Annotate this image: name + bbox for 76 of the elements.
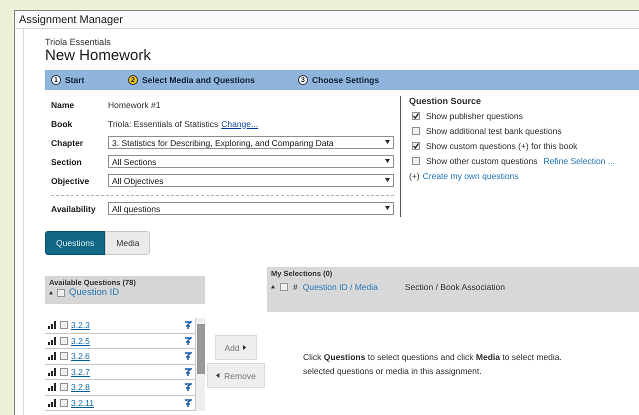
select-field[interactable]: All Sections: [108, 155, 394, 168]
step-label[interactable]: Start: [65, 75, 84, 85]
field-value: Homework #1: [108, 100, 160, 110]
tab[interactable]: Questions: [45, 231, 106, 255]
select-field[interactable]: All Objectives: [108, 174, 394, 187]
checkbox[interactable]: [60, 336, 68, 345]
scrollbar[interactable]: [195, 318, 205, 411]
page-title: New Homework: [45, 47, 152, 64]
refine-link[interactable]: Refine Selection ...: [544, 156, 615, 166]
create-link[interactable]: Create my own questions: [422, 171, 519, 181]
checkbox[interactable]: [412, 112, 420, 120]
option-label: Show publisher questions: [426, 111, 523, 121]
figure-icon: [184, 382, 192, 392]
checkbox[interactable]: [57, 288, 65, 296]
right-arrow-icon: [242, 345, 248, 350]
select-field[interactable]: All questions: [108, 202, 394, 215]
instruction-text: selected questions or media in this assignment.: [303, 365, 483, 378]
checkbox[interactable]: [412, 127, 420, 135]
column-header[interactable]: Question ID: [69, 287, 120, 298]
signal-bars-icon: [48, 321, 57, 330]
step-label[interactable]: Choose Settings: [312, 75, 380, 85]
checkbox[interactable]: [60, 383, 68, 392]
figure-icon: [184, 320, 192, 330]
figure-icon: [184, 398, 192, 408]
figure-icon: [184, 336, 192, 346]
field-value: Triola: Essentials of Statistics: [108, 118, 218, 128]
checkbox[interactable]: [280, 283, 288, 291]
question-link[interactable]: 3.2.11: [71, 398, 181, 408]
signal-bars-icon: [48, 336, 57, 345]
window-title: Assignment Manager: [15, 11, 639, 29]
field-label: Chapter: [51, 138, 84, 148]
checkbox[interactable]: [60, 352, 68, 360]
remove-button[interactable]: Remove: [207, 363, 265, 388]
signal-bars-icon: [48, 398, 57, 407]
field-label: Section: [51, 156, 83, 166]
option-label: Show additional test bank questions: [426, 126, 562, 136]
left-arrow-icon: [216, 373, 222, 378]
dropdown-caret-icon: [385, 178, 390, 183]
column-header: #: [293, 282, 298, 292]
signal-bars-icon: [48, 383, 57, 392]
checkbox[interactable]: [60, 398, 68, 407]
checkbox[interactable]: [412, 142, 420, 150]
sort-icon[interactable]: [49, 290, 53, 294]
figure-icon: [184, 366, 192, 377]
add-button[interactable]: Add: [215, 335, 257, 360]
checkbox[interactable]: [60, 321, 68, 330]
checkbox[interactable]: [412, 157, 420, 165]
course-name: Triola Essentials: [45, 37, 112, 47]
question-link[interactable]: 3.2.7: [71, 366, 181, 377]
question-link[interactable]: 3.2.5: [71, 336, 181, 346]
field-label: Book: [51, 118, 74, 128]
question-link[interactable]: 3.2.3: [71, 320, 181, 330]
step-label[interactable]: Select Media and Questions: [142, 75, 255, 85]
field-label: Objective: [51, 176, 90, 186]
sort-icon[interactable]: [271, 285, 275, 289]
field-label: Availability: [51, 204, 97, 214]
column-header: Section / Book Association: [404, 282, 506, 292]
select-field[interactable]: 3. Statistics for Describing, Exploring, and Comparing Data: [108, 136, 394, 149]
dropdown-caret-icon: [385, 159, 390, 164]
option-label: Show custom questions (+) for this book: [426, 141, 578, 151]
dropdown-caret-icon: [385, 206, 390, 211]
tab[interactable]: Media: [105, 231, 150, 255]
question-link[interactable]: 3.2.6: [71, 351, 181, 362]
section-title: Question Source: [409, 96, 482, 106]
question-link[interactable]: 3.2.8: [71, 382, 181, 392]
field-label: Name: [51, 100, 76, 110]
signal-bars-icon: [48, 352, 57, 360]
figure-icon: [184, 351, 192, 362]
column-header: Question ID / Media: [302, 282, 378, 292]
signal-bars-icon: [48, 368, 57, 376]
dropdown-caret-icon: [385, 140, 390, 145]
instruction-text: Click Questions to select questions and click Media to select media.: [303, 351, 563, 364]
option-label: Show other custom questions: [426, 156, 538, 166]
plus-label: (+): [409, 171, 420, 181]
change-link[interactable]: Change...: [221, 118, 258, 128]
checkbox[interactable]: [60, 368, 68, 376]
